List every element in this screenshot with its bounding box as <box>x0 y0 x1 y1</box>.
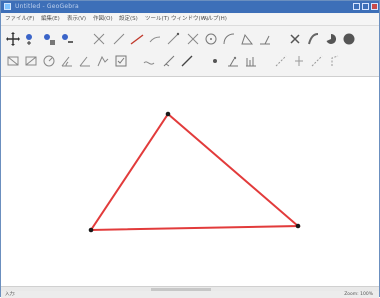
menu-view[interactable]: 表示(V) <box>67 15 86 24</box>
locus-icon[interactable] <box>77 53 93 69</box>
vertex-a[interactable] <box>165 111 171 117</box>
point-on-object-icon[interactable] <box>41 31 57 47</box>
maximize-button[interactable] <box>362 3 369 10</box>
menu-construct[interactable]: 作図(O) <box>93 15 113 24</box>
show-hide-icon[interactable] <box>327 53 343 69</box>
triangle-polygon[interactable] <box>89 112 301 232</box>
menu-tools[interactable]: ツール(T) <box>145 15 169 24</box>
checkbox-icon[interactable] <box>113 53 129 69</box>
line-tool-icon[interactable] <box>161 53 177 69</box>
reflect-icon[interactable] <box>257 31 273 47</box>
zoom-icon[interactable] <box>309 53 325 69</box>
close-button[interactable] <box>371 3 378 10</box>
vertex-b[interactable] <box>295 223 301 229</box>
move-view-icon[interactable] <box>291 53 307 69</box>
circle-icon[interactable] <box>203 31 219 47</box>
pie-icon[interactable] <box>323 31 339 47</box>
sequence-icon[interactable] <box>41 53 57 69</box>
measure-icon[interactable] <box>225 53 241 69</box>
conic-icon[interactable] <box>305 31 321 47</box>
vector-icon[interactable] <box>147 31 163 47</box>
graphics-svg[interactable] <box>1 77 379 286</box>
graphics-view[interactable] <box>1 77 379 286</box>
polyline-icon[interactable] <box>165 31 181 47</box>
filled-circle-icon[interactable] <box>341 31 357 47</box>
angle-icon[interactable] <box>239 31 255 47</box>
segment-icon[interactable] <box>111 31 127 47</box>
app-icon <box>4 3 11 10</box>
menu-bar: ファイル(F) 編集(E) 表示(V) 作図(O) 設定(S) ツール(T) ウ… <box>1 14 379 26</box>
graph-icon[interactable] <box>273 53 289 69</box>
move-icon[interactable] <box>5 31 21 47</box>
app-window: Untitled - GeoGebra ファイル(F) 編集(E) 表示(V) … <box>0 0 380 298</box>
menu-file[interactable]: ファイル(F) <box>5 15 34 24</box>
point-tool-icon[interactable] <box>179 53 195 69</box>
menu-help[interactable]: ヘルプ(H) <box>202 15 227 24</box>
slider-icon[interactable] <box>287 31 303 47</box>
menu-settings[interactable]: 設定(S) <box>119 15 138 24</box>
title-bar[interactable]: Untitled - GeoGebra <box>1 1 379 13</box>
tangent-icon[interactable] <box>243 53 259 69</box>
function-icon[interactable] <box>141 53 157 69</box>
vertex-c[interactable] <box>88 227 94 233</box>
transform-icon[interactable] <box>59 53 75 69</box>
menu-edit[interactable]: 編集(E) <box>41 15 60 24</box>
tool-bar <box>1 26 379 77</box>
point-label-icon[interactable] <box>59 31 75 47</box>
relation-icon[interactable] <box>5 53 21 69</box>
minimize-button[interactable] <box>353 3 360 10</box>
image-icon[interactable] <box>95 53 111 69</box>
window-title: Untitled - GeoGebra <box>15 3 79 10</box>
angle-tool-icon[interactable] <box>207 53 223 69</box>
ray-icon[interactable] <box>129 31 145 47</box>
arc-icon[interactable] <box>221 31 237 47</box>
line-icon[interactable] <box>91 31 107 47</box>
text-icon[interactable] <box>23 53 39 69</box>
point-icon[interactable] <box>23 31 39 47</box>
perpendicular-icon[interactable] <box>185 31 201 47</box>
